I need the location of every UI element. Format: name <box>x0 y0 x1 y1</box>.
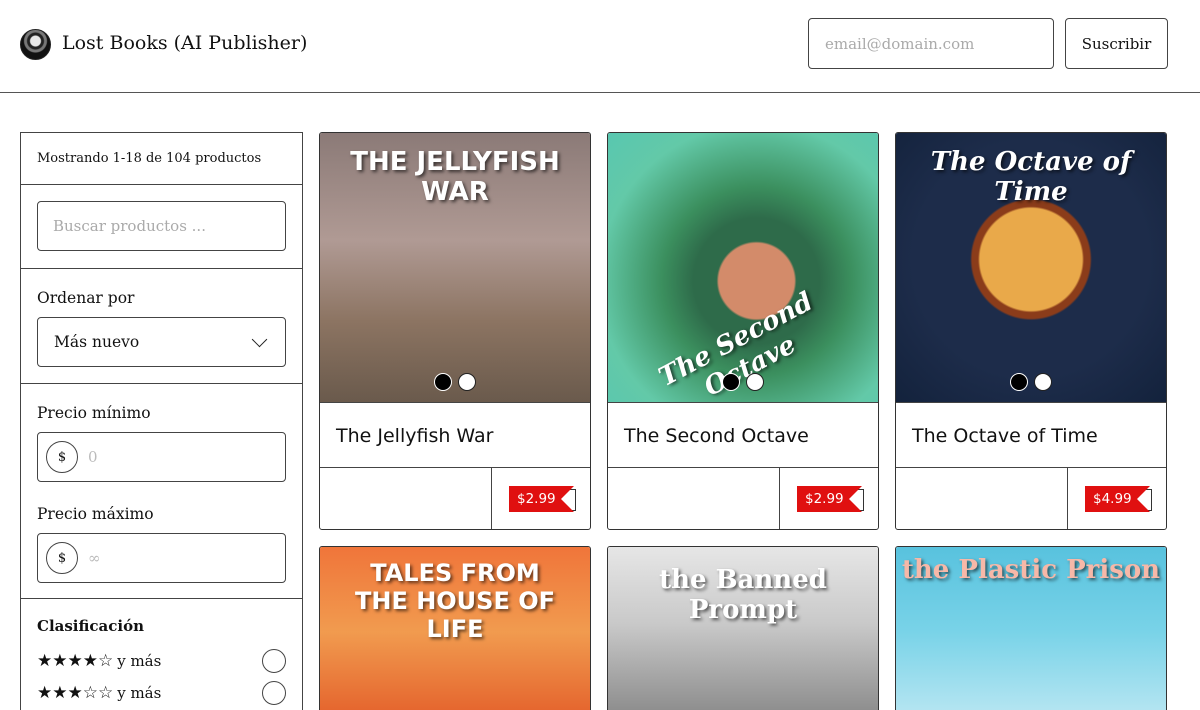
star-rating-icon: ★★★☆☆ <box>37 683 114 703</box>
min-price-placeholder: 0 <box>88 448 98 466</box>
rating-option[interactable]: ★★★☆☆ y más <box>37 677 286 709</box>
product-cover-image[interactable]: THE JELLYFISH WAR <box>320 133 590 403</box>
carousel-dot-active[interactable] <box>434 373 452 391</box>
carousel-dot-active[interactable] <box>1010 373 1028 391</box>
product-footer: $4.99 <box>896 468 1166 529</box>
max-price-label: Precio máximo <box>37 505 154 523</box>
product-card[interactable]: TALES FROM THE HOUSE OF LIFE <box>319 546 591 710</box>
search-input[interactable] <box>37 201 286 251</box>
rating-section: Clasificación ★★★★☆ y más ★★★☆☆ y más <box>21 599 302 709</box>
image-carousel-dots <box>896 373 1166 391</box>
sort-label: Ordenar por <box>37 289 135 307</box>
brand-name[interactable]: Lost Books (AI Publisher) <box>62 32 307 54</box>
search-section <box>21 185 302 269</box>
sort-value: Más nuevo <box>54 333 140 351</box>
cover-title-text: the Plastic Prison <box>901 555 1161 585</box>
sort-select[interactable]: Más nuevo <box>37 317 286 367</box>
product-card[interactable]: the Banned Prompt <box>607 546 879 710</box>
rating-radio[interactable] <box>262 681 286 705</box>
price-tag: $4.99 <box>1085 486 1152 512</box>
carousel-dot-active[interactable] <box>722 373 740 391</box>
email-input[interactable] <box>808 18 1054 69</box>
product-cover-image[interactable]: the Banned Prompt <box>608 547 878 710</box>
rating-radio[interactable] <box>262 649 286 673</box>
product-cover-image[interactable]: TALES FROM THE HOUSE OF LIFE <box>320 547 590 710</box>
star-rating-icon: ★★★★☆ <box>37 651 114 671</box>
product-cover-image[interactable]: The Second Octave <box>608 133 878 403</box>
min-price-label: Precio mínimo <box>37 404 151 422</box>
price-tag: $2.99 <box>509 486 576 512</box>
chevron-down-icon <box>251 331 268 347</box>
min-price-field[interactable]: $ 0 <box>37 432 286 482</box>
max-price-field[interactable]: $ ∞ <box>37 533 286 583</box>
cover-title-text: The Octave of Time <box>930 147 1132 207</box>
product-title[interactable]: The Second Octave <box>608 403 878 468</box>
cover-title-text: TALES FROM THE HOUSE OF LIFE <box>354 559 555 643</box>
cover-title-text: the Banned Prompt <box>659 565 827 625</box>
divider <box>491 468 492 529</box>
divider <box>779 468 780 529</box>
carousel-dot[interactable] <box>1034 373 1052 391</box>
sort-section: Ordenar por Más nuevo <box>21 269 302 384</box>
max-price-placeholder: ∞ <box>88 549 101 567</box>
carousel-dot[interactable] <box>458 373 476 391</box>
filter-sidebar: Mostrando 1-18 de 104 productos Ordenar … <box>20 132 303 710</box>
cover-title-text: THE JELLYFISH WAR <box>350 147 560 207</box>
rating-option[interactable]: ★★★★☆ y más <box>37 645 286 677</box>
product-footer: $2.99 <box>608 468 878 529</box>
publisher-logo[interactable] <box>20 29 51 60</box>
results-count: Mostrando 1-18 de 104 productos <box>21 133 302 185</box>
price-tag: $2.99 <box>797 486 864 512</box>
image-carousel-dots <box>608 373 878 391</box>
site-header: Lost Books (AI Publisher) Suscribir <box>0 0 1200 93</box>
product-cover-image[interactable]: the Plastic Prison <box>896 547 1166 710</box>
carousel-dot[interactable] <box>746 373 764 391</box>
rating-title: Clasificación <box>37 617 144 635</box>
product-title[interactable]: The Octave of Time <box>896 403 1166 468</box>
product-card[interactable]: the Plastic Prison <box>895 546 1167 710</box>
divider <box>1067 468 1068 529</box>
product-title[interactable]: The Jellyfish War <box>320 403 590 468</box>
dollar-icon: $ <box>46 441 78 473</box>
dollar-icon: $ <box>46 542 78 574</box>
subscribe-button[interactable]: Suscribir <box>1065 18 1168 69</box>
price-section: Precio mínimo $ 0 Precio máximo $ ∞ <box>21 384 302 599</box>
product-card[interactable]: The Second Octave The Second Octave $2.9… <box>607 132 879 530</box>
product-footer: $2.99 <box>320 468 590 529</box>
rating-label: y más <box>117 684 162 702</box>
product-cover-image[interactable]: The Octave of Time <box>896 133 1166 403</box>
rating-label: y más <box>117 652 162 670</box>
product-card[interactable]: The Octave of Time The Octave of Time $4… <box>895 132 1167 530</box>
product-card[interactable]: THE JELLYFISH WAR The Jellyfish War $2.9… <box>319 132 591 530</box>
image-carousel-dots <box>320 373 590 391</box>
